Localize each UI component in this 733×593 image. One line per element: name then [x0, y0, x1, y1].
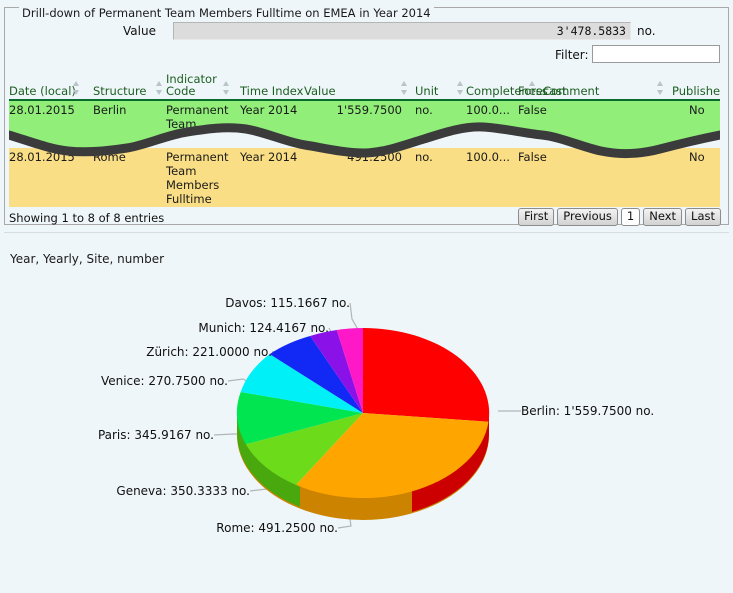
value-unit-label: no. [637, 24, 656, 38]
column-header-structure[interactable]: Structure [93, 85, 147, 97]
pie-label-berlin: Berlin: 1'559.7500 no. [521, 404, 655, 418]
cell-structure: Berlin [93, 103, 127, 117]
table-body: 28.01.2015 Rome Permanent Team Members F… [9, 101, 720, 207]
pagination-first-button[interactable]: First [518, 208, 555, 226]
value-readonly-field: 3'478.5833 [173, 22, 631, 40]
column-header-published[interactable]: Published [672, 85, 720, 97]
value-label: Value [123, 24, 156, 38]
pie-label-davos: Davos: 115.1667 no. [225, 296, 350, 310]
pie-label-paris: Paris: 345.9167 no. [97, 428, 214, 442]
cell-unit: no. [415, 150, 433, 164]
sort-icon-date[interactable] [73, 81, 80, 95]
pie-label-zurich: Zürich: 221.0000 no. [146, 345, 272, 359]
pie-chart: Davos: 115.1667 no. Munich: 124.4167 no.… [0, 272, 733, 593]
pie-label-rome: Rome: 491.2500 no. [216, 521, 338, 535]
cell-forecast: False [518, 150, 547, 164]
pie-label-munich: Munich: 124.4167 no. [198, 321, 329, 335]
cell-value: 1'559.7500 [336, 103, 402, 117]
sort-icon-unit[interactable] [457, 81, 464, 95]
pagination-page-1-button[interactable]: 1 [620, 208, 641, 226]
cell-time-index: Year 2014 [240, 150, 298, 164]
pie-slices [236, 327, 490, 499]
cell-published: No [689, 150, 705, 164]
cell-time-index: Year 2014 [240, 103, 298, 117]
pie-slice-berlin[interactable] [363, 327, 490, 422]
cell-completeness: 100.0... [466, 103, 510, 117]
column-header-indicator-code[interactable]: Indicator Code [166, 73, 217, 97]
cell-unit: no. [415, 103, 433, 117]
cell-completeness: 100.0... [466, 150, 510, 164]
cell-forecast: False [518, 103, 547, 117]
pagination-controls: First Previous 1 Next Last [518, 208, 721, 226]
pie-label-geneva: Geneva: 350.3333 no. [116, 484, 250, 498]
cell-indicator-code: Permanent Team Members Fulltime [166, 150, 229, 206]
cell-date: 28.01.2015 [9, 103, 75, 117]
sort-icon-indicator[interactable] [223, 81, 230, 95]
table-header-row: Date (local) Structure Indicator Code Ti… [9, 64, 720, 101]
cell-date: 28.01.2015 [9, 150, 75, 164]
column-header-date[interactable]: Date (local) [9, 85, 76, 97]
sort-icon-value[interactable] [401, 81, 408, 95]
column-header-unit[interactable]: Unit [415, 85, 438, 97]
drill-down-page: Drill-down of Permanent Team Members Ful… [0, 0, 733, 593]
drilldown-table: Date (local) Structure Indicator Code Ti… [9, 64, 720, 207]
filter-label: Filter: [555, 48, 589, 62]
pie-label-venice: Venice: 270.7500 no. [100, 374, 228, 388]
pagination-last-button[interactable]: Last [685, 208, 721, 226]
pagination-previous-button[interactable]: Previous [557, 208, 618, 226]
sort-icon-published[interactable] [657, 81, 664, 95]
cell-published: No [689, 103, 705, 117]
table-row[interactable]: 28.01.2015 Rome Permanent Team Members F… [9, 148, 720, 207]
column-header-comment[interactable]: Comment [543, 85, 599, 97]
sort-icon-structure[interactable] [156, 81, 163, 95]
filter-input[interactable] [592, 45, 720, 63]
table-entry-count: Showing 1 to 8 of 8 entries [9, 211, 165, 225]
column-header-time-index[interactable]: Time Index [240, 85, 303, 97]
groupbox-legend: Drill-down of Permanent Team Members Ful… [19, 7, 434, 20]
pagination-next-button[interactable]: Next [643, 208, 683, 226]
column-header-value[interactable]: Value [304, 85, 336, 97]
chart-subtitle: Year, Yearly, Site, number [10, 252, 165, 266]
section-divider [4, 232, 729, 233]
